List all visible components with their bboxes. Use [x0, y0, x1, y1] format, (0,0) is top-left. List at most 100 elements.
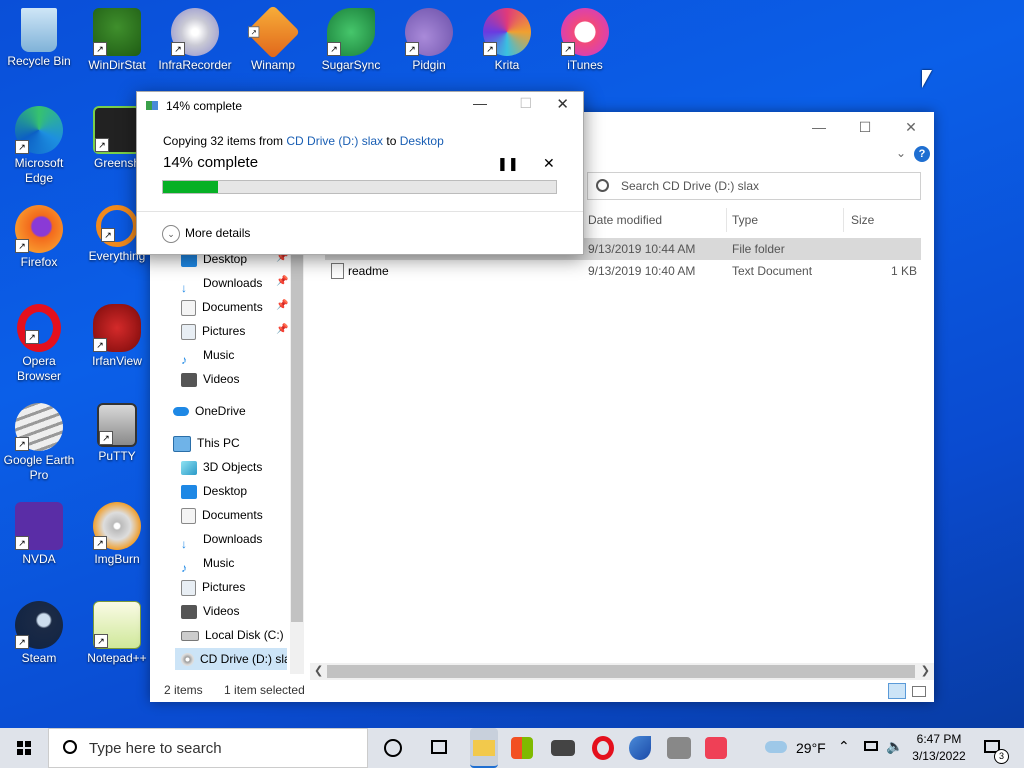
scroll-left-icon[interactable]: ❮ [314, 664, 323, 677]
nav-item-pictures[interactable]: Pictures [181, 576, 245, 598]
column-header-date[interactable]: Date modified [588, 208, 662, 232]
chevron-up-icon[interactable]: ⌃ [838, 738, 850, 755]
nav-item-cd-drive[interactable]: CD Drive (D:) sla [175, 648, 287, 670]
maximize-button[interactable]: ☐ [842, 112, 888, 142]
desktop-icon-infrarecorder[interactable]: ↗ InfraRecorder [156, 8, 234, 73]
nav-label: Videos [203, 372, 240, 386]
clock-time[interactable]: 6:47 PM [916, 732, 962, 746]
icon-label: Krita [494, 58, 520, 72]
icon-label: Winamp [250, 58, 295, 72]
nav-item-documents[interactable]: Documents [181, 504, 263, 526]
more-details-toggle[interactable]: ⌄ More details [162, 223, 250, 243]
cortana-icon[interactable] [384, 739, 402, 757]
microsoft-store-taskbar-icon[interactable] [511, 737, 533, 759]
desktop-icon-krita[interactable]: ↗ Krita [468, 8, 546, 73]
notification-center-button[interactable]: 3 [980, 728, 1024, 768]
desktop-icon-imgburn[interactable]: ↗ ImgBurn [78, 502, 156, 567]
details-view-icon[interactable] [888, 683, 906, 699]
desktop-icon [181, 484, 197, 499]
pause-icon[interactable]: ❚❚ [497, 156, 519, 172]
clock-date[interactable]: 3/13/2022 [910, 749, 968, 763]
horizontal-scrollbar-thumb[interactable] [327, 665, 915, 678]
ribbon-expand-chevron-icon[interactable]: ⌄ [896, 146, 906, 160]
nav-item-3d-objects[interactable]: 3D Objects [181, 456, 262, 478]
icon-label: NVDA [22, 552, 56, 566]
google-earth-icon: ↗ [15, 403, 63, 451]
nav-item-videos[interactable]: Videos [181, 600, 239, 622]
minimize-button[interactable]: — [473, 95, 487, 111]
windirstat-icon: ↗ [93, 8, 141, 56]
volume-icon[interactable]: 🔈 [886, 738, 903, 755]
greenshot-icon: ↗ [93, 106, 141, 154]
file-date: 9/13/2019 10:40 AM [588, 264, 696, 278]
column-header-size[interactable]: Size [851, 208, 874, 232]
desktop-icon-recycle-bin[interactable]: Recycle Bin [0, 8, 78, 69]
taskbar-search-input[interactable]: Type here to search [89, 740, 222, 757]
desktop-icon-firefox[interactable]: ↗ Firefox [0, 205, 78, 270]
cancel-icon[interactable]: ✕ [543, 155, 555, 172]
nav-item-documents-quick[interactable]: Documents [181, 296, 263, 318]
nav-item-downloads-quick[interactable]: ↓ Downloads [181, 272, 262, 295]
desktop-icon-edge[interactable]: ↗ Microsoft Edge [0, 106, 78, 186]
nav-item-pictures-quick[interactable]: Pictures [181, 320, 245, 342]
music-icon: ♪ [181, 352, 187, 367]
opera-taskbar-icon[interactable] [592, 736, 614, 760]
nav-item-local-disk[interactable]: Local Disk (C:) [181, 624, 284, 646]
taskbar-search-box[interactable]: Type here to search [48, 728, 368, 768]
desktop-icon-irfanview[interactable]: ↗ IrfanView [78, 304, 156, 369]
nav-scrollbar-thumb[interactable] [291, 246, 303, 622]
desktop-icon-windirstat[interactable]: ↗ WinDirStat [78, 8, 156, 73]
desktop-icon-nvda[interactable]: ↗ NVDA [0, 502, 78, 567]
column-header-type[interactable]: Type [732, 208, 758, 232]
desktop-icon-google-earth[interactable]: ↗ Google Earth Pro [0, 403, 78, 483]
desktop-icon-putty[interactable]: ↗ PuTTY [78, 403, 156, 464]
music-icon: ♪ [181, 560, 187, 575]
nav-item-onedrive[interactable]: OneDrive [173, 400, 246, 422]
desktop-icon-itunes[interactable]: ↗ iTunes [546, 8, 624, 73]
pocket-taskbar-icon[interactable] [705, 737, 727, 759]
large-icons-view-icon[interactable] [912, 686, 926, 697]
terminal-taskbar-icon[interactable] [667, 737, 691, 759]
nav-item-videos-quick[interactable]: Videos [181, 368, 239, 390]
desktop-icon-pidgin[interactable]: ↗ Pidgin [390, 8, 468, 73]
desktop-icon-steam[interactable]: ↗ Steam [0, 601, 78, 666]
mail-taskbar-icon[interactable] [551, 740, 575, 756]
start-button[interactable] [0, 728, 48, 768]
nav-item-this-pc[interactable]: This PC [173, 432, 240, 454]
file-explorer-taskbar-icon[interactable] [470, 728, 498, 768]
nav-item-music[interactable]: ♪ Music [181, 552, 234, 575]
icon-label: WinDirStat [88, 58, 146, 72]
nav-item-downloads[interactable]: ↓ Downloads [181, 528, 262, 551]
scroll-right-icon[interactable]: ❯ [921, 664, 930, 677]
weather-temperature[interactable]: 29°F [796, 740, 826, 756]
file-row-readme[interactable]: readme 9/13/2019 10:40 AM Text Document … [325, 260, 921, 282]
steam-icon: ↗ [15, 601, 63, 649]
nav-item-music-quick[interactable]: ♪ Music [181, 344, 234, 367]
3d-objects-icon [181, 460, 197, 475]
desktop-icon-opera[interactable]: ↗ Opera Browser [0, 304, 78, 384]
minimize-button[interactable]: — [796, 112, 842, 142]
search-input[interactable]: Search CD Drive (D:) slax [621, 179, 759, 193]
search-box[interactable]: Search CD Drive (D:) slax [587, 172, 921, 200]
desktop-icon-sugarsync[interactable]: ↗ SugarSync [312, 8, 390, 73]
nav-scrollbar[interactable] [290, 242, 304, 674]
desktop-icon-winamp[interactable]: ↗ Winamp [234, 4, 312, 73]
help-icon[interactable]: ? [914, 146, 930, 162]
task-view-icon[interactable] [431, 740, 447, 754]
weather-cloud-icon[interactable] [765, 741, 787, 753]
documents-icon [181, 299, 196, 316]
videos-icon [181, 372, 197, 387]
close-button[interactable]: ✕ [556, 95, 569, 113]
desktop-icon-notepadpp[interactable]: ↗ Notepad++ [78, 601, 156, 666]
destination-link[interactable]: Desktop [400, 134, 444, 148]
source-link[interactable]: CD Drive (D:) slax [286, 134, 383, 148]
horizontal-scrollbar[interactable]: ❮ ❯ [310, 663, 934, 680]
text-document-icon [331, 263, 344, 279]
network-icon[interactable] [864, 741, 878, 751]
icon-label: iTunes [567, 58, 603, 72]
download-arrow-icon: ↓ [181, 280, 187, 295]
file-date: 9/13/2019 10:44 AM [588, 242, 696, 256]
sharkbite-taskbar-icon[interactable] [629, 736, 651, 760]
nav-item-desktop[interactable]: Desktop [181, 480, 247, 502]
close-button[interactable]: ✕ [888, 112, 934, 142]
